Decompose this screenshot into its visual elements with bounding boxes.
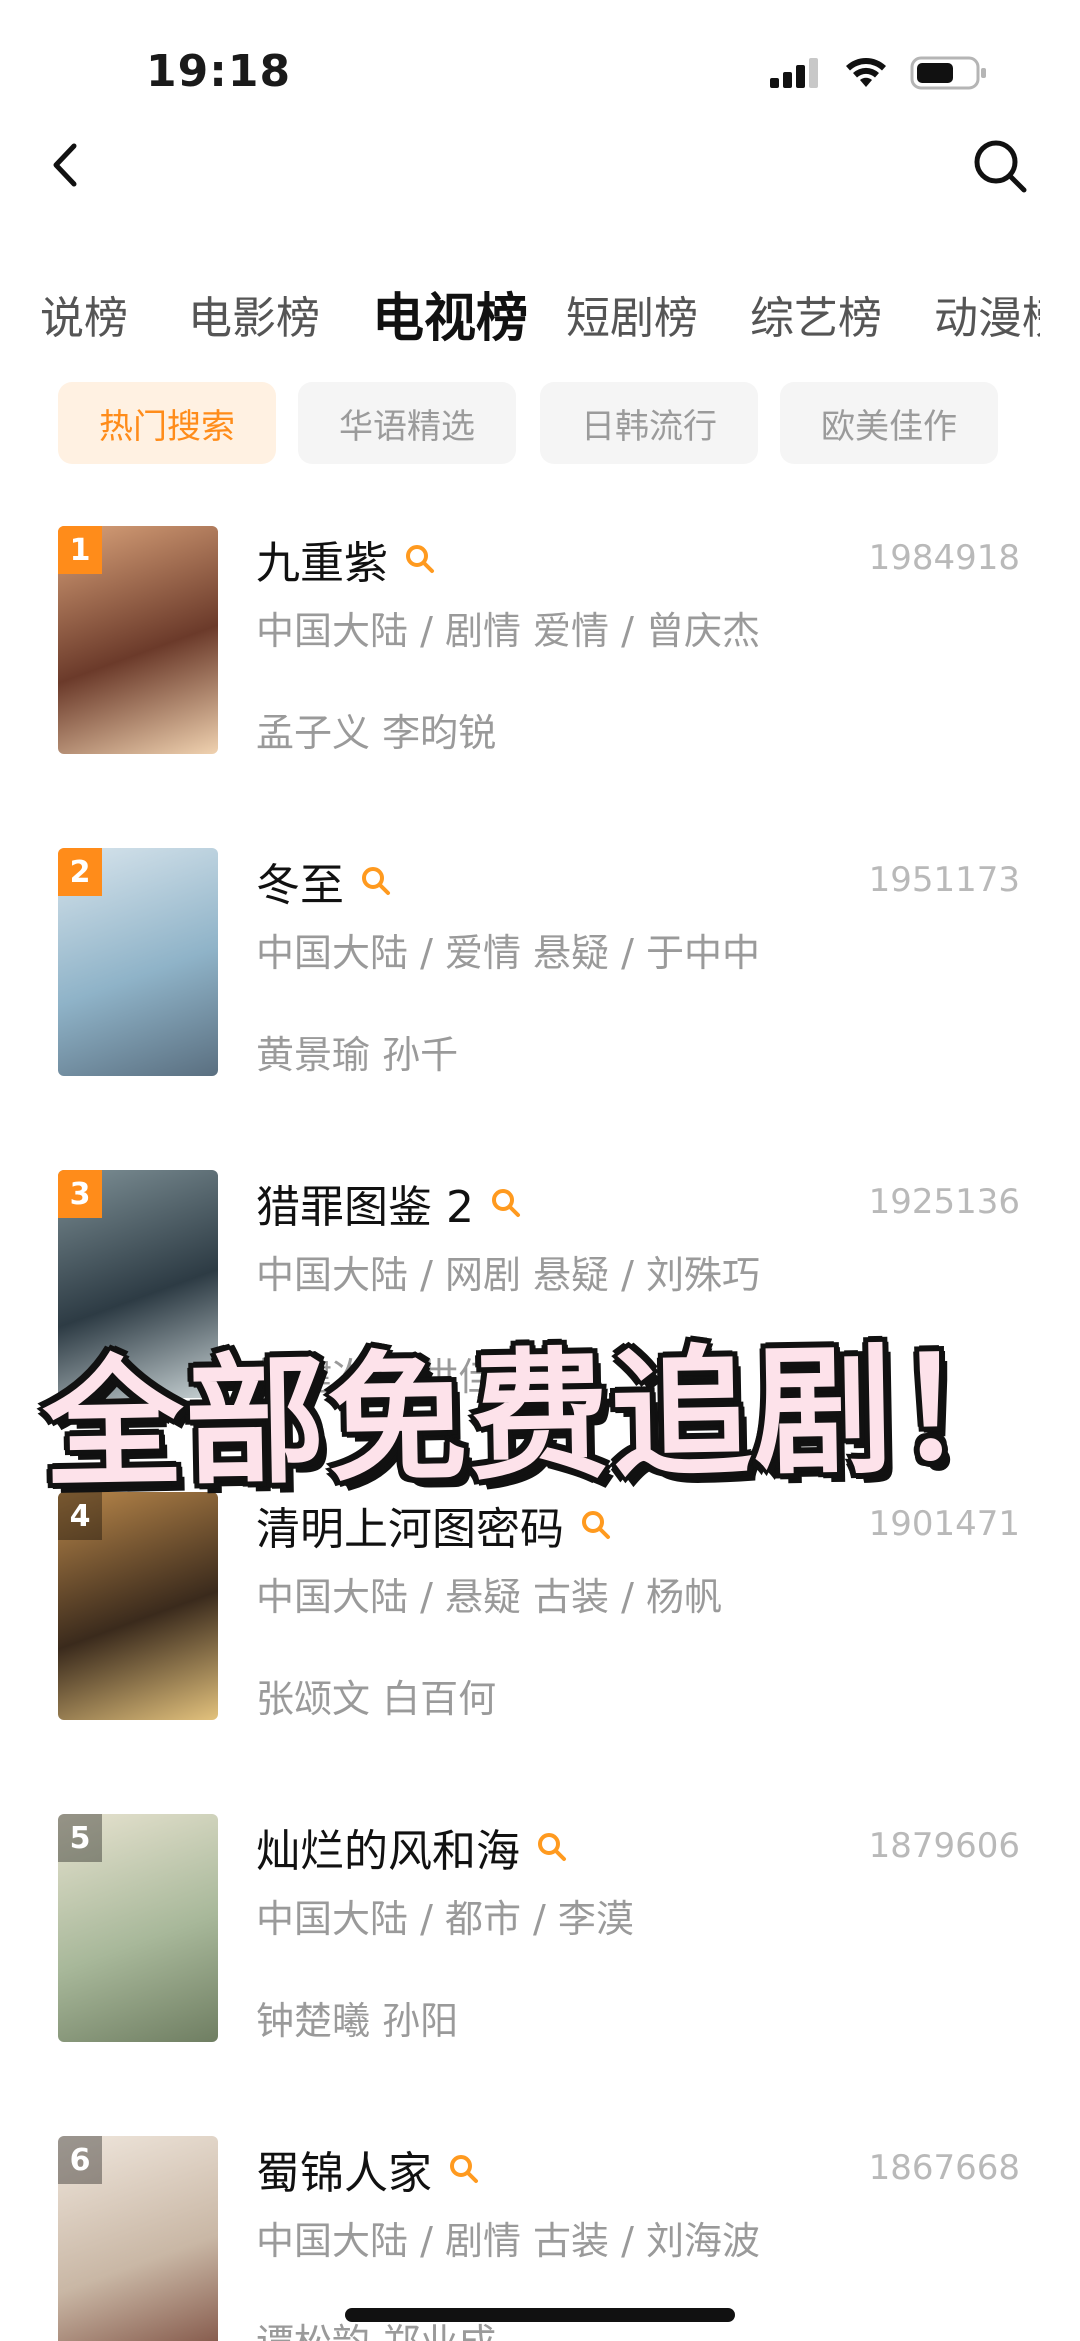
tab-variety[interactable]: 综艺榜 xyxy=(750,282,882,346)
chip-chinese-picks[interactable]: 华语精选 xyxy=(298,382,516,464)
search-icon[interactable] xyxy=(358,863,394,899)
list-item[interactable]: 5 灿烂的风和海 1879606 中国大陆 / 都市 / 李漠 钟楚曦 孙阳 xyxy=(0,1814,1080,2074)
search-icon[interactable] xyxy=(446,2151,482,2187)
drama-title: 灿烂的风和海 xyxy=(256,1826,520,1877)
list-item[interactable]: 4 清明上河图密码 1901471 中国大陆 / 悬疑 古装 / 杨帆 张颂文 … xyxy=(0,1492,1080,1752)
promo-overlay-text: 全部免费追剧！ xyxy=(41,1327,1039,1508)
drama-meta: 中国大陆 / 都市 / 李漠 xyxy=(256,1897,634,1941)
drama-meta: 中国大陆 / 剧情 古装 / 刘海波 xyxy=(256,2219,761,2263)
tab-anime[interactable]: 动漫榜 xyxy=(934,282,1040,346)
rank-badge: 6 xyxy=(58,2136,102,2184)
tab-short-drama[interactable]: 短剧榜 xyxy=(566,282,698,346)
filter-chips: 热门搜索 华语精选 日韩流行 欧美佳作 xyxy=(0,382,1080,466)
battery-icon xyxy=(910,56,986,90)
poster-image: 5 xyxy=(58,1814,218,2042)
chip-hot-search[interactable]: 热门搜索 xyxy=(58,382,276,464)
drama-cast: 张颂文 白百何 xyxy=(256,1677,497,1721)
search-icon[interactable] xyxy=(578,1507,614,1543)
drama-title: 九重紫 xyxy=(256,538,388,589)
list-item[interactable]: 2 冬至 1951173 中国大陆 / 爱情 悬疑 / 于中中 黄景瑜 孙千 xyxy=(0,848,1080,1108)
rank-badge: 2 xyxy=(58,848,102,896)
tab-tv[interactable]: 电视榜 xyxy=(372,276,528,351)
rank-badge: 1 xyxy=(58,526,102,574)
heat-count: 1879606 xyxy=(868,1826,1020,1866)
drama-cast: 钟楚曦 孙阳 xyxy=(256,1999,459,2043)
drama-title: 猎罪图鉴 2 xyxy=(256,1182,474,1233)
chip-western-picks[interactable]: 欧美佳作 xyxy=(780,382,998,464)
poster-image: 1 xyxy=(58,526,218,754)
drama-meta: 中国大陆 / 悬疑 古装 / 杨帆 xyxy=(256,1575,723,1619)
tab-movie[interactable]: 电影榜 xyxy=(188,282,320,346)
list-item[interactable]: 1 九重紫 1984918 中国大陆 / 剧情 爱情 / 曾庆杰 孟子义 李昀锐 xyxy=(0,526,1080,786)
drama-cast: 黄景瑜 孙千 xyxy=(256,1033,459,1077)
drama-meta: 中国大陆 / 剧情 爱情 / 曾庆杰 xyxy=(256,609,761,653)
poster-image: 4 xyxy=(58,1492,218,1720)
category-tabs: 说榜 电影榜 电视榜 短剧榜 综艺榜 动漫榜 xyxy=(0,268,1040,358)
rank-badge: 5 xyxy=(58,1814,102,1862)
search-icon[interactable] xyxy=(488,1185,524,1221)
search-icon[interactable] xyxy=(402,541,438,577)
drama-meta: 中国大陆 / 网剧 悬疑 / 刘殊巧 xyxy=(256,1253,761,1297)
tab-novel[interactable]: 说榜 xyxy=(40,282,128,346)
search-icon[interactable] xyxy=(534,1829,570,1865)
heat-count: 1867668 xyxy=(868,2148,1020,2188)
promo-overlay: 全部免费追剧！ xyxy=(0,1310,1080,1507)
home-indicator xyxy=(345,2308,735,2322)
poster-image: 6 xyxy=(58,2136,218,2341)
drama-meta: 中国大陆 / 爱情 悬疑 / 于中中 xyxy=(256,931,761,975)
drama-title: 蜀锦人家 xyxy=(256,2148,432,2199)
cellular-signal-icon xyxy=(770,58,818,88)
heat-count: 1984918 xyxy=(868,538,1020,578)
drama-cast: 孟子义 李昀锐 xyxy=(256,711,497,755)
heat-count: 1925136 xyxy=(868,1182,1020,1222)
status-bar: 19:18 xyxy=(0,0,1080,130)
chip-jp-kr-trending[interactable]: 日韩流行 xyxy=(540,382,758,464)
search-icon[interactable] xyxy=(968,134,1032,198)
poster-image: 2 xyxy=(58,848,218,1076)
drama-title: 冬至 xyxy=(256,860,344,911)
rank-badge: 3 xyxy=(58,1170,102,1218)
heat-count: 1951173 xyxy=(868,860,1020,900)
status-time: 19:18 xyxy=(146,46,292,97)
heat-count: 1901471 xyxy=(868,1504,1020,1544)
back-chevron-icon[interactable] xyxy=(40,130,90,200)
wifi-icon xyxy=(846,58,886,87)
